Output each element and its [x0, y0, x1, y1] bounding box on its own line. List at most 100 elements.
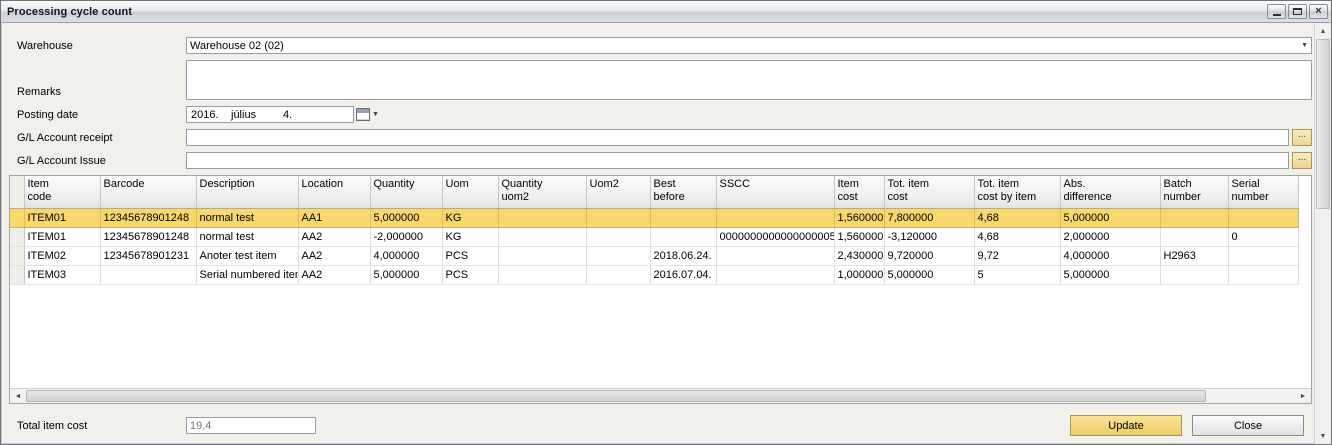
gl-issue-browse-button[interactable]: ...	[1292, 152, 1312, 169]
column-header-uom2[interactable]: Uom2	[586, 176, 650, 208]
column-header-location[interactable]: Location	[298, 176, 370, 208]
column-header-quantity-uom2[interactable]: Quantity uom2	[498, 176, 586, 208]
cell-batch-number[interactable]	[1160, 265, 1228, 284]
cell-quantity[interactable]: 5,000000	[370, 208, 442, 227]
row-selector[interactable]	[10, 227, 24, 246]
cell-serial-number[interactable]: 0	[1228, 227, 1298, 246]
cell-uom[interactable]: PCS	[442, 246, 498, 265]
cell-abs-difference[interactable]: 5,000000	[1060, 265, 1160, 284]
column-header-serial-number[interactable]: Serial number	[1228, 176, 1298, 208]
cell-serial-number[interactable]	[1228, 208, 1298, 227]
cell-uom2[interactable]	[586, 227, 650, 246]
cell-tot-item-cost-by-item[interactable]: 4,68	[974, 227, 1060, 246]
column-header-quantity[interactable]: Quantity	[370, 176, 442, 208]
cell-description[interactable]: Anoter test item	[196, 246, 298, 265]
column-header-sscc[interactable]: SSCC	[716, 176, 834, 208]
remarks-input[interactable]	[186, 60, 1312, 100]
cell-abs-difference[interactable]: 4,000000	[1060, 246, 1160, 265]
cell-location[interactable]: AA1	[298, 208, 370, 227]
column-header-description[interactable]: Description	[196, 176, 298, 208]
calendar-button[interactable]: ▼	[356, 108, 381, 121]
cell-item-code[interactable]: ITEM01	[24, 208, 100, 227]
vertical-scroll-thumb[interactable]	[1316, 39, 1330, 209]
row-selector[interactable]	[10, 246, 24, 265]
table-row[interactable]: ITEM0112345678901248normal testAA15,0000…	[10, 208, 1298, 227]
cell-tot-item-cost-by-item[interactable]: 5	[974, 265, 1060, 284]
cell-abs-difference[interactable]: 2,000000	[1060, 227, 1160, 246]
horizontal-scroll-track[interactable]	[26, 389, 1295, 403]
row-selector[interactable]	[10, 265, 24, 284]
gl-receipt-browse-button[interactable]: ...	[1292, 129, 1312, 146]
close-button[interactable]: ×	[1309, 4, 1328, 19]
cell-location[interactable]: AA2	[298, 265, 370, 284]
cell-sscc[interactable]	[716, 246, 834, 265]
cell-item-code[interactable]: ITEM02	[24, 246, 100, 265]
table-row[interactable]: ITEM03 Serial numbered itemAA2 5,000000 PCS…	[10, 265, 1298, 284]
cell-barcode[interactable]: 12345678901248	[100, 208, 196, 227]
posting-date-input[interactable]: 2016. július 4.	[186, 106, 354, 123]
cell-location[interactable]: AA2	[298, 246, 370, 265]
cell-item-cost[interactable]: 2,430000	[834, 246, 884, 265]
scroll-left-icon[interactable]: ◄	[10, 389, 26, 403]
cell-uom[interactable]: PCS	[442, 265, 498, 284]
cell-abs-difference[interactable]: 5,000000	[1060, 208, 1160, 227]
gl-issue-input[interactable]	[186, 152, 1289, 169]
chevron-down-icon[interactable]: ▼	[1298, 42, 1311, 49]
cell-batch-number[interactable]	[1160, 208, 1228, 227]
vertical-scroll-track[interactable]	[1315, 39, 1331, 428]
scroll-right-icon[interactable]: ►	[1295, 389, 1311, 403]
cell-tot-item-cost-by-item[interactable]: 9,72	[974, 246, 1060, 265]
column-header-item-code[interactable]: Item code	[24, 176, 100, 208]
horizontal-scrollbar[interactable]: ◄ ►	[10, 388, 1311, 403]
cell-quantity-uom2[interactable]	[498, 246, 586, 265]
cell-description[interactable]: normal test	[196, 208, 298, 227]
cell-quantity-uom2[interactable]	[498, 227, 586, 246]
vertical-scrollbar[interactable]: ▲ ▼	[1314, 23, 1331, 444]
cell-best-before[interactable]: 2016.07.04.	[650, 265, 716, 284]
cell-barcode[interactable]: 12345678901248	[100, 227, 196, 246]
cell-sscc[interactable]	[716, 208, 834, 227]
column-header-best-before[interactable]: Best before	[650, 176, 716, 208]
cell-uom2[interactable]	[586, 246, 650, 265]
column-header-tot-item-cost-by-item[interactable]: Tot. item cost by item	[974, 176, 1060, 208]
cell-tot-item-cost-by-item[interactable]: 4,68	[974, 208, 1060, 227]
cell-uom2[interactable]	[586, 208, 650, 227]
column-header-batch-number[interactable]: Batch number	[1160, 176, 1228, 208]
cell-serial-number[interactable]	[1228, 265, 1298, 284]
cell-quantity[interactable]: 4,000000	[370, 246, 442, 265]
row-selector[interactable]	[10, 208, 24, 227]
posting-date-day[interactable]: 4.	[279, 109, 309, 121]
total-item-cost-input[interactable]	[186, 417, 316, 434]
cell-tot-item-cost[interactable]: 9,720000	[884, 246, 974, 265]
cell-tot-item-cost[interactable]: 5,000000	[884, 265, 974, 284]
cell-quantity-uom2[interactable]	[498, 265, 586, 284]
cell-item-code[interactable]: ITEM01	[24, 227, 100, 246]
cell-location[interactable]: AA2	[298, 227, 370, 246]
cell-item-code[interactable]: ITEM03	[24, 265, 100, 284]
close-form-button[interactable]: Close	[1192, 415, 1304, 436]
cell-tot-item-cost[interactable]: -3,120000	[884, 227, 974, 246]
cell-serial-number[interactable]	[1228, 246, 1298, 265]
cell-sscc[interactable]	[716, 265, 834, 284]
posting-date-year[interactable]: 2016.	[187, 109, 227, 121]
cell-description[interactable]: Serial numbered item	[196, 265, 298, 284]
column-header-tot-item-cost[interactable]: Tot. item cost	[884, 176, 974, 208]
cell-item-cost[interactable]: 1,560000	[834, 208, 884, 227]
cell-barcode[interactable]: 12345678901231	[100, 246, 196, 265]
title-bar[interactable]: Processing cycle count ×	[1, 1, 1331, 23]
cell-uom[interactable]: KG	[442, 227, 498, 246]
cell-batch-number[interactable]	[1160, 227, 1228, 246]
table-row[interactable]: ITEM0212345678901231Anoter test itemAA24…	[10, 246, 1298, 265]
cell-item-cost[interactable]: 1,000000	[834, 265, 884, 284]
cell-uom2[interactable]	[586, 265, 650, 284]
cell-barcode[interactable]	[100, 265, 196, 284]
column-header-item-cost[interactable]: Item cost	[834, 176, 884, 208]
update-button[interactable]: Update	[1070, 415, 1182, 436]
cell-description[interactable]: normal test	[196, 227, 298, 246]
scroll-up-icon[interactable]: ▲	[1315, 23, 1331, 39]
maximize-button[interactable]	[1288, 4, 1307, 19]
cell-best-before[interactable]	[650, 227, 716, 246]
cell-quantity[interactable]: -2,000000	[370, 227, 442, 246]
cell-item-cost[interactable]: 1,560000	[834, 227, 884, 246]
table-row[interactable]: ITEM0112345678901248normal testAA2-2,000…	[10, 227, 1298, 246]
